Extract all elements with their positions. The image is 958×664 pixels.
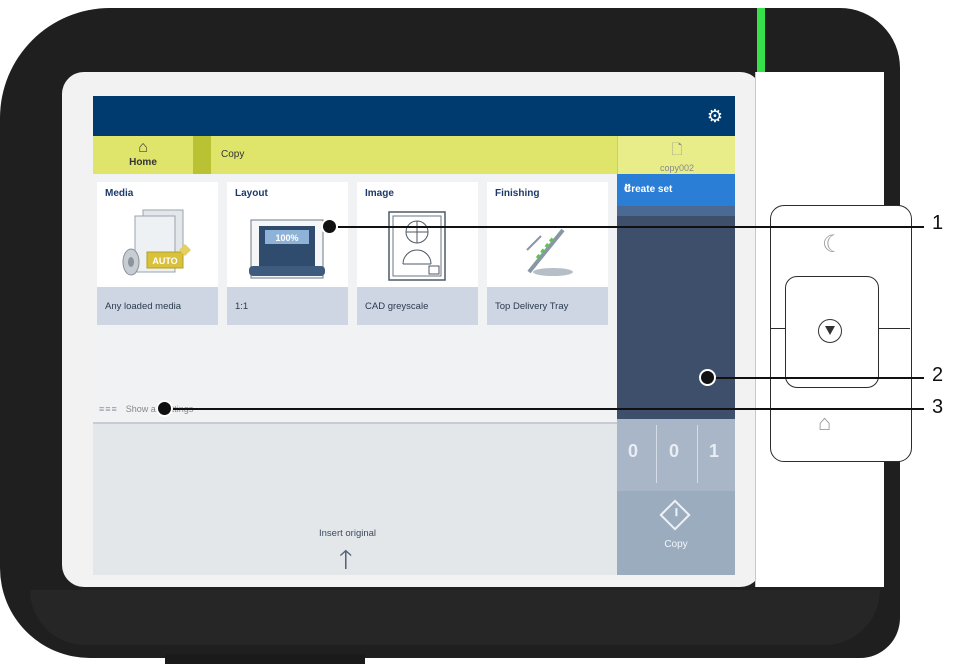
tab-job[interactable]: 🗋 copy002	[617, 136, 735, 174]
tile-title: Image	[365, 188, 394, 199]
tab-copy[interactable]: Copy	[211, 136, 617, 174]
counter-separator	[656, 425, 657, 483]
copy-button-label: Copy	[664, 539, 688, 550]
frame-divider-left	[770, 328, 785, 329]
start-icon	[659, 499, 691, 531]
tile-value-label: CAD greyscale	[365, 301, 429, 312]
copy-counter[interactable]: 0 0 1	[617, 419, 735, 491]
moon-icon[interactable]: ☾	[822, 230, 844, 259]
tile-value-label: 1:1	[235, 301, 249, 312]
tile-title: Layout	[235, 188, 268, 199]
document-icon: 🗋	[671, 141, 683, 157]
tile-value-label: Any loaded media	[105, 301, 182, 312]
callout-line-1	[332, 226, 924, 228]
tile-badge: 100%	[275, 233, 298, 243]
image-icon	[388, 211, 446, 281]
device-bottom-edge	[30, 590, 880, 645]
gear-icon[interactable]: ⚙	[707, 106, 723, 127]
tile-title: Media	[105, 188, 134, 199]
tab-job-label: copy002	[659, 163, 695, 173]
counter-digit: 0	[669, 441, 680, 461]
tile-value-label: Top Delivery Tray	[495, 301, 569, 312]
layout-icon: 100%	[249, 219, 325, 279]
arrow-up-icon: 🡑	[339, 544, 353, 574]
device-stand	[165, 654, 365, 664]
tile-value: CAD greyscale	[357, 287, 478, 325]
copy-start-button[interactable]: Copy	[617, 491, 735, 575]
frame-divider-right	[877, 328, 910, 329]
callout-dot-2	[699, 369, 716, 386]
top-bar: ⚙	[93, 96, 735, 136]
tile-value: 1:1	[227, 287, 348, 325]
tab-separator	[193, 136, 211, 174]
status-led	[757, 8, 765, 72]
touch-screen: ⚙ ⌂ Home Copy 🗋 copy002 Media AUTO Any l…	[93, 96, 735, 575]
tile-title: Finishing	[495, 188, 540, 199]
insert-original-label: Insert original	[319, 528, 377, 539]
callout-number: 3	[932, 396, 944, 418]
hardware-home-icon[interactable]: ⌂	[818, 410, 831, 436]
callout-dot-3	[156, 400, 173, 417]
media-icon: AUTO	[122, 209, 191, 276]
tile-media[interactable]: Media AUTO Any loaded media	[97, 182, 218, 325]
callout-line-2	[710, 377, 924, 379]
stop-button[interactable]	[785, 276, 879, 388]
create-set-button[interactable]: Create set ⠿	[617, 174, 735, 206]
counter-digit: 1	[709, 441, 720, 461]
stop-icon	[818, 319, 842, 343]
tile-layout[interactable]: Layout 100% 1:1	[227, 182, 348, 325]
tab-copy-label: Copy	[221, 149, 245, 160]
tile-image[interactable]: Image CAD greyscale	[357, 182, 478, 325]
tab-home-label: Home	[129, 157, 157, 168]
callout-line-3	[167, 408, 924, 410]
tile-finishing[interactable]: Finishing Top Delivery Tray	[487, 182, 608, 325]
home-icon: ⌂	[138, 139, 148, 156]
tile-value: Any loaded media	[97, 287, 218, 325]
drag-handle-icon: ⠿	[624, 184, 632, 195]
counter-digit: 0	[628, 441, 639, 461]
tile-value: Top Delivery Tray	[487, 287, 608, 325]
tile-badge: AUTO	[152, 256, 177, 266]
finishing-icon	[526, 228, 573, 276]
tab-home[interactable]: ⌂ Home	[93, 136, 193, 174]
list-icon: ≡≡≡	[99, 404, 118, 414]
insert-original-area	[93, 424, 617, 575]
set-area	[617, 206, 735, 216]
right-panel: Create set ⠿ 0 0 1 Copy	[617, 174, 735, 575]
callout-dot-1	[321, 218, 338, 235]
counter-separator	[697, 425, 698, 483]
callout-number: 1	[932, 212, 944, 234]
callout-number: 2	[932, 364, 944, 386]
